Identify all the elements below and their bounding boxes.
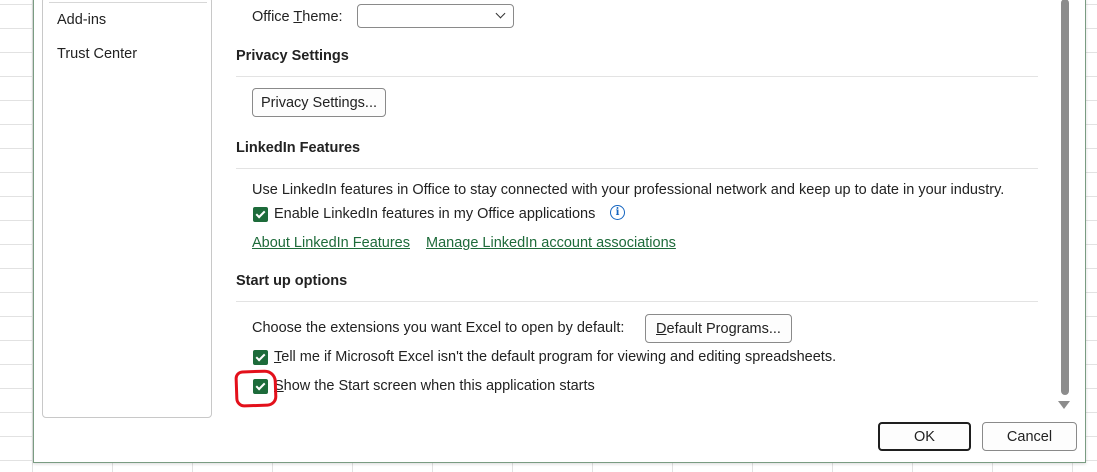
- linkedin-divider: [236, 168, 1038, 169]
- chevron-down-icon: [495, 8, 506, 19]
- privacy-divider: [236, 76, 1038, 77]
- about-linkedin-link[interactable]: About LinkedIn Features: [252, 235, 410, 251]
- privacy-settings-button[interactable]: Privacy Settings...: [252, 88, 386, 117]
- options-content: Office Theme: Privacy Settings Privacy S…: [34, 0, 1085, 462]
- startup-divider: [236, 301, 1038, 302]
- scrollbar-thumb[interactable]: [1061, 0, 1069, 395]
- linkedin-section-title: LinkedIn Features: [236, 140, 361, 156]
- cancel-button[interactable]: Cancel: [982, 422, 1077, 451]
- ok-button[interactable]: OK: [878, 422, 971, 451]
- linkedin-enable-label: Enable LinkedIn features in my Office ap…: [274, 206, 596, 222]
- manage-linkedin-link[interactable]: Manage LinkedIn account associations: [426, 235, 676, 251]
- excel-options-dialog: Add-ins Trust Center Office Theme: Priva…: [33, 0, 1086, 463]
- highlight-annotation: [234, 369, 278, 408]
- startup-section-title: Start up options: [236, 273, 348, 289]
- show-start-screen-label: Show the Start screen when this applicat…: [274, 378, 595, 394]
- tell-me-label: Tell me if Microsoft Excel isn't the def…: [274, 349, 837, 365]
- office-theme-label: Office Theme:: [252, 9, 343, 25]
- linkedin-enable-checkbox[interactable]: [253, 207, 268, 222]
- scroll-down-arrow-icon[interactable]: [1058, 401, 1070, 409]
- office-theme-select[interactable]: [357, 4, 514, 28]
- choose-extensions-text: Choose the extensions you want Excel to …: [252, 320, 625, 336]
- info-icon[interactable]: i: [610, 205, 625, 220]
- privacy-section-title: Privacy Settings: [236, 48, 349, 64]
- linkedin-description: Use LinkedIn features in Office to stay …: [252, 182, 1005, 198]
- default-programs-button[interactable]: Default Programs...: [645, 314, 792, 343]
- tell-me-checkbox[interactable]: [253, 350, 268, 365]
